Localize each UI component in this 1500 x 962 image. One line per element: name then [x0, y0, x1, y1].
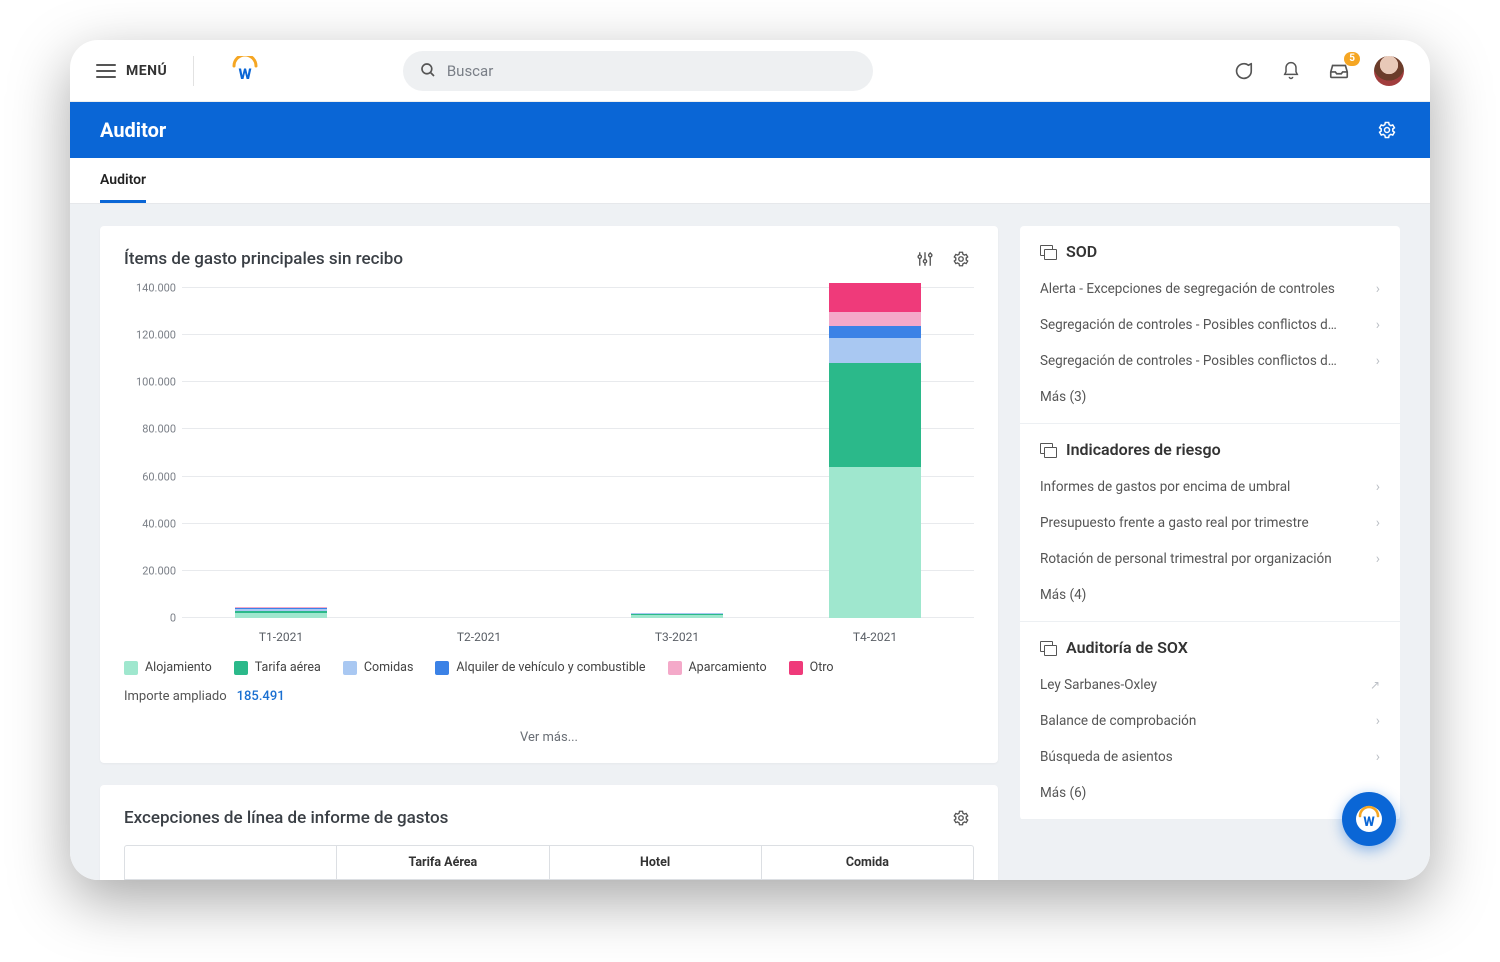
side-item[interactable]: Informes de gastos por encima de umbral› [1040, 469, 1380, 505]
assistant-fab[interactable]: W [1342, 792, 1396, 846]
menu-button[interactable]: MENÚ [96, 63, 167, 79]
side-item[interactable]: Búsqueda de asientos› [1040, 739, 1380, 775]
total-label: Importe ampliado [124, 689, 227, 704]
chat-icon[interactable] [1230, 58, 1256, 84]
bar-T1-2021[interactable] [235, 557, 327, 618]
chart-settings-icon[interactable] [948, 246, 974, 272]
search-icon [419, 61, 437, 79]
divider [193, 56, 194, 86]
y-tick: 20.000 [142, 564, 176, 577]
chevron-right-icon: › [1376, 317, 1380, 333]
side-section-title: Auditoría de SOX [1066, 638, 1188, 657]
chart-config-icon[interactable] [912, 246, 938, 272]
svg-text:W: W [239, 65, 252, 83]
top-actions: 5 [1230, 56, 1404, 86]
side-item[interactable]: Rotación de personal trimestral por orga… [1040, 541, 1380, 577]
side-section: SOD Alerta - Excepciones de segregación d… [1020, 226, 1400, 424]
exceptions-settings-icon[interactable] [948, 805, 974, 831]
exceptions-card: Excepciones de línea de informe de gasto… [100, 785, 998, 880]
bar-T3-2021[interactable] [631, 576, 723, 618]
side-item[interactable]: Presupuesto frente a gasto real por trim… [1040, 505, 1380, 541]
chart-title: Ítems de gasto principales sin recibo [124, 249, 403, 269]
side-section-title: Indicadores de riesgo [1066, 440, 1221, 459]
total-value: 185.491 [237, 689, 285, 704]
external-link-icon: ↗ [1370, 678, 1380, 692]
side-column: SOD Alerta - Excepciones de segregación d… [1020, 226, 1400, 858]
chevron-right-icon: › [1376, 281, 1380, 297]
avatar[interactable] [1374, 56, 1404, 86]
bar-T4-2021[interactable] [829, 283, 921, 618]
page-title: Auditor [100, 118, 166, 142]
exceptions-table-header: Tarifa Aérea Hotel Comida [124, 845, 974, 880]
y-tick: 40.000 [142, 517, 176, 530]
side-item[interactable]: Alerta - Excepciones de segregación de c… [1040, 271, 1380, 307]
chart-area: 0 20.000 40.000 60.000 80.000 100.000 120.000 1… [124, 284, 974, 644]
tab-auditor[interactable]: Auditor [100, 172, 146, 203]
side-more[interactable]: Más (4) [1040, 577, 1380, 613]
chevron-right-icon: › [1376, 515, 1380, 531]
th-col2[interactable]: Hotel [549, 846, 761, 879]
side-item[interactable]: Segregación de controles - Posibles conf… [1040, 307, 1380, 343]
stack-icon [1040, 245, 1056, 259]
y-tick: 120.000 [136, 329, 176, 342]
inbox-badge: 5 [1344, 52, 1360, 66]
svg-text:W: W [1363, 815, 1375, 830]
side-more[interactable]: Más (3) [1040, 379, 1380, 415]
side-card: SOD Alerta - Excepciones de segregación d… [1020, 226, 1400, 820]
bar-T2-2021[interactable] [433, 616, 525, 618]
legend-item[interactable]: Otro [789, 660, 834, 675]
side-item[interactable]: Ley Sarbanes-Oxley↗ [1040, 667, 1380, 703]
side-section: Auditoría de SOX Ley Sarbanes-Oxley↗Balan… [1020, 622, 1400, 820]
x-label: T4-2021 [776, 630, 974, 644]
x-label: T1-2021 [182, 630, 380, 644]
tabs: Auditor [70, 158, 1430, 204]
side-section-title: SOD [1066, 242, 1097, 261]
expense-chart-card: Ítems de gasto principales sin recibo [100, 226, 998, 763]
legend-item[interactable]: Alojamiento [124, 660, 212, 675]
topbar: MENÚ W 5 [70, 40, 1430, 102]
bell-icon[interactable] [1278, 58, 1304, 84]
hamburger-icon [96, 64, 116, 78]
main-column: Ítems de gasto principales sin recibo [100, 226, 998, 858]
side-section: Indicadores de riesgo Informes de gastos … [1020, 424, 1400, 622]
side-more[interactable]: Más (6) [1040, 775, 1380, 811]
chevron-right-icon: › [1376, 713, 1380, 729]
th-col1[interactable]: Tarifa Aérea [336, 846, 548, 879]
page-settings-icon[interactable] [1374, 117, 1400, 143]
content: Ítems de gasto principales sin recibo [70, 204, 1430, 880]
x-label: T2-2021 [380, 630, 578, 644]
chevron-right-icon: › [1376, 353, 1380, 369]
search-container [403, 51, 873, 91]
stack-icon [1040, 641, 1056, 655]
th-col0 [125, 846, 336, 879]
y-tick: 80.000 [142, 423, 176, 436]
exceptions-title: Excepciones de línea de informe de gasto… [124, 808, 448, 828]
app-frame: MENÚ W 5 [70, 40, 1430, 880]
y-tick: 0 [170, 612, 176, 625]
workday-logo[interactable]: W [228, 54, 262, 88]
chart-more-link[interactable]: Ver más... [124, 730, 974, 745]
y-tick: 140.000 [136, 282, 176, 295]
y-tick: 60.000 [142, 470, 176, 483]
search-input[interactable] [403, 51, 873, 91]
chevron-right-icon: › [1376, 479, 1380, 495]
titlebar: Auditor [70, 102, 1430, 158]
side-item[interactable]: Balance de comprobación› [1040, 703, 1380, 739]
chart-legend: Alojamiento Tarifa aérea Comidas Alquiler d… [124, 660, 974, 675]
legend-item[interactable]: Aparcamiento [668, 660, 767, 675]
legend-item[interactable]: Alquiler de vehículo y combustible [435, 660, 645, 675]
stack-icon [1040, 443, 1056, 457]
chevron-right-icon: › [1376, 551, 1380, 567]
menu-label: MENÚ [126, 63, 167, 79]
inbox-icon[interactable]: 5 [1326, 58, 1352, 84]
legend-item[interactable]: Comidas [343, 660, 414, 675]
x-label: T3-2021 [578, 630, 776, 644]
side-item[interactable]: Segregación de controles - Posibles conf… [1040, 343, 1380, 379]
legend-item[interactable]: Tarifa aérea [234, 660, 321, 675]
th-col3[interactable]: Comida [761, 846, 973, 879]
chevron-right-icon: › [1376, 749, 1380, 765]
y-tick: 100.000 [136, 376, 176, 389]
